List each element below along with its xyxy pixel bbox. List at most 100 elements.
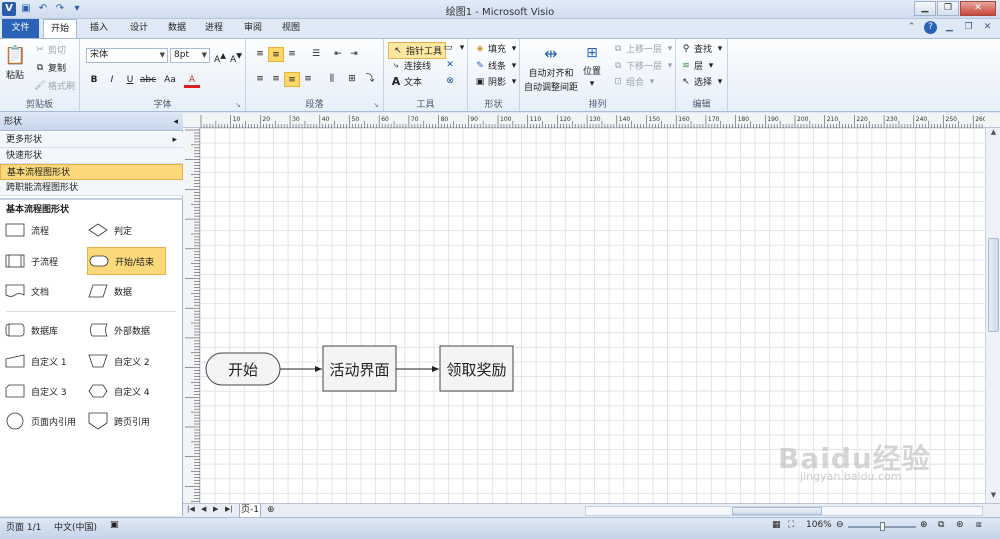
align-center-icon[interactable]: ≡ <box>268 72 284 87</box>
position-button[interactable]: ⊞ 位置 ▾ <box>582 43 602 90</box>
bullets-icon[interactable]: ☰ <box>308 47 324 62</box>
zoom-out-icon[interactable]: ⊖ <box>836 520 844 530</box>
find-button[interactable]: ⚲ 查找 ▾ <box>680 42 726 56</box>
grow-font-icon[interactable]: A▲ <box>212 48 228 65</box>
shape-data[interactable]: 数据 <box>88 277 132 305</box>
rectangle-tool-button[interactable]: ▭ ▾ <box>442 42 468 54</box>
format-painter-button[interactable]: 🖌 格式刷 <box>34 79 75 93</box>
quick-shapes-row[interactable]: 快速形状 <box>0 148 183 164</box>
decrease-indent-icon[interactable]: ⇤ <box>330 47 346 62</box>
prev-page-icon[interactable]: ◀ <box>201 505 206 513</box>
pointer-tool-button[interactable]: ↖ 指针工具 <box>388 42 447 59</box>
shape-on-page-reference[interactable]: 页面内引用 <box>5 407 76 435</box>
doc-minimize-icon[interactable]: ▁ <box>943 21 956 34</box>
change-case-button[interactable]: Aa <box>160 73 180 88</box>
tab-process[interactable]: 进程 <box>197 19 231 38</box>
bring-forward-button[interactable]: ⧉ 上移一层 ▾ <box>612 42 676 56</box>
shape-custom-4[interactable]: 自定义 4 <box>88 377 150 405</box>
switch-window-icon[interactable]: ⧈ <box>976 520 982 530</box>
text-direction-icon[interactable]: ⫼ <box>324 72 340 87</box>
text-tool-button[interactable]: A 文本 <box>390 75 422 88</box>
auto-align-button[interactable]: ⇹ 自动对齐和 自动调整间距 <box>524 43 578 93</box>
last-page-icon[interactable]: ▶| <box>225 505 233 513</box>
scroll-thumb[interactable] <box>988 238 999 332</box>
connection-point-icon[interactable]: ⊗ <box>444 75 456 87</box>
bold-button[interactable]: B <box>86 73 102 88</box>
dialog-launcher-icon[interactable]: ↘ <box>235 101 243 109</box>
send-backward-button[interactable]: ⧉ 下移一层 ▾ <box>612 59 676 73</box>
group-button[interactable]: ⊡ 组合 ▾ <box>612 75 658 89</box>
connector-tool-button[interactable]: ⤷ 连接线 <box>390 59 431 73</box>
close-button[interactable]: ✕ <box>960 1 996 16</box>
text-block-icon[interactable]: ⊞ <box>344 72 360 87</box>
scroll-thumb[interactable] <box>732 507 822 515</box>
full-screen-icon[interactable]: ⛶ <box>788 520 794 530</box>
layers-button[interactable]: ≋ 层 ▾ <box>680 59 717 73</box>
font-name-select[interactable]: 宋体 ▼ <box>86 48 168 63</box>
underline-button[interactable]: U <box>122 73 138 88</box>
shape-external-data[interactable]: 外部数据 <box>88 316 150 344</box>
italic-button[interactable]: I <box>104 73 120 88</box>
increase-indent-icon[interactable]: ⇥ <box>346 47 362 62</box>
shape-database[interactable]: 数据库 <box>5 316 58 344</box>
shape-subprocess[interactable]: 子流程 <box>5 247 58 275</box>
scroll-up-icon[interactable]: ▲ <box>986 128 1000 140</box>
first-page-icon[interactable]: |◀ <box>187 505 195 513</box>
align-top-icon[interactable]: ≡ <box>252 47 268 62</box>
fit-page-icon[interactable]: ⧉ <box>938 520 944 530</box>
minimize-ribbon-icon[interactable]: ⌃ <box>905 21 918 34</box>
page-indicator[interactable]: 页面 1/1 <box>6 520 41 533</box>
minimize-button[interactable]: ▁ <box>914 1 936 16</box>
select-button[interactable]: ↖ 选择 ▾ <box>680 75 726 89</box>
shadow-button[interactable]: ▣ 阴影 ▾ <box>474 75 520 89</box>
next-page-icon[interactable]: ▶ <box>213 505 218 513</box>
align-bottom-icon[interactable]: ≡ <box>284 47 300 62</box>
close-icon[interactable]: ✕ <box>444 59 456 71</box>
cut-button[interactable]: ✂ 剪切 <box>34 43 66 57</box>
align-middle-icon[interactable]: ≡ <box>268 47 284 62</box>
page-view-icon[interactable]: ▦ <box>772 520 781 530</box>
basic-flowchart-row[interactable]: 基本流程图形状 <box>0 164 183 180</box>
dialog-launcher-icon[interactable]: ↘ <box>373 101 381 109</box>
shape-custom-2[interactable]: 自定义 2 <box>88 347 150 375</box>
cross-functional-row[interactable]: 跨职能流程图形状 <box>0 180 183 196</box>
font-size-select[interactable]: 8pt ▼ <box>170 48 210 63</box>
pan-zoom-icon[interactable]: ⊛ <box>956 520 964 530</box>
help-icon[interactable]: ? <box>924 21 937 34</box>
doc-restore-icon[interactable]: ❐ <box>962 21 975 34</box>
restore-button[interactable]: ❐ <box>937 1 959 16</box>
tab-data[interactable]: 数据 <box>160 19 194 38</box>
rotate-text-icon[interactable]: ⤵ <box>362 72 378 87</box>
more-shapes-row[interactable]: 更多形状 ▸ <box>0 132 183 148</box>
tab-home[interactable]: 开始 <box>43 19 77 38</box>
shape-start-end[interactable]: 开始/结束 <box>87 247 166 275</box>
font-color-button[interactable]: A <box>184 73 200 88</box>
zoom-in-icon[interactable]: ⊕ <box>920 520 928 530</box>
shape-off-page-reference[interactable]: 跨页引用 <box>88 407 150 435</box>
tab-file[interactable]: 文件 <box>2 19 39 38</box>
shape-document[interactable]: 文档 <box>5 277 49 305</box>
shape-decision[interactable]: 判定 <box>88 216 132 244</box>
paste-button[interactable]: 📋 粘贴 <box>4 45 26 81</box>
fill-button[interactable]: ◈ 填充 ▾ <box>474 42 520 56</box>
align-right-icon[interactable]: ≡ <box>300 72 316 87</box>
copy-button[interactable]: ⧉ 复制 <box>34 61 66 75</box>
zoom-level[interactable]: 106% <box>806 520 832 530</box>
shape-custom-1[interactable]: 自定义 1 <box>5 347 67 375</box>
tab-insert[interactable]: 插入 <box>82 19 116 38</box>
tab-review[interactable]: 审阅 <box>236 19 270 38</box>
strikethrough-button[interactable]: abc <box>138 73 158 88</box>
language-indicator[interactable]: 中文(中国) <box>54 520 97 533</box>
horizontal-scrollbar[interactable] <box>585 506 983 516</box>
collapse-panel-icon[interactable]: ◂ <box>173 113 178 131</box>
insert-page-icon[interactable]: ⊕ <box>267 505 275 515</box>
tab-design[interactable]: 设计 <box>122 19 156 38</box>
line-button[interactable]: ✎ 线条 ▾ <box>474 59 520 73</box>
zoom-slider-thumb[interactable] <box>880 522 885 531</box>
align-left-icon[interactable]: ≡ <box>252 72 268 87</box>
doc-close-icon[interactable]: ✕ <box>981 21 994 34</box>
scroll-down-icon[interactable]: ▼ <box>986 491 1000 503</box>
page-tab[interactable]: 页-1 <box>239 504 261 518</box>
shrink-font-icon[interactable]: A▼ <box>228 48 244 65</box>
vertical-scrollbar[interactable]: ▲ ▼ <box>985 128 1000 503</box>
